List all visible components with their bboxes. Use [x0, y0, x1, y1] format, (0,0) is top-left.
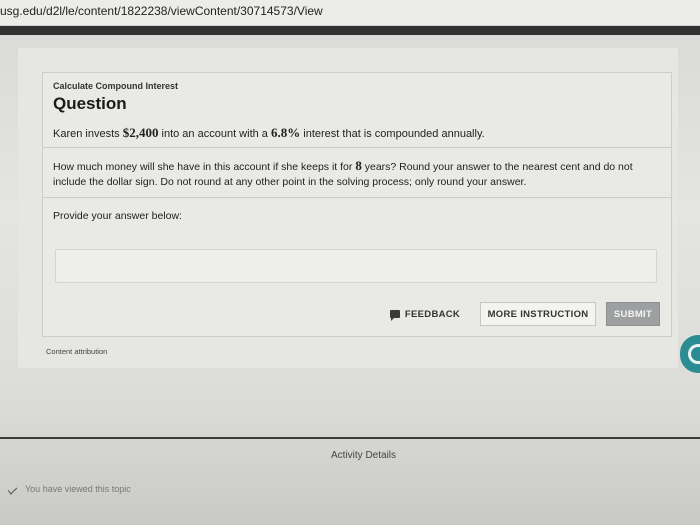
viewed-status: You have viewed this topic [7, 483, 131, 495]
answer-label: Provide your answer below: [53, 210, 182, 222]
prompt-pre: How much money will she have in this acc… [53, 161, 356, 173]
answer-input[interactable] [55, 249, 657, 283]
browser-url-bar[interactable]: usg.edu/d2l/le/content/1822238/viewConte… [0, 0, 700, 26]
statement-mid: into an account with a [158, 128, 271, 140]
question-prompt: How much money will she have in this acc… [53, 158, 653, 190]
statement-post: interest that is compounded annually. [300, 128, 485, 140]
feedback-button[interactable]: FEEDBACK [385, 302, 465, 326]
section-divider [0, 437, 700, 439]
submit-button[interactable]: SUBMIT [606, 302, 660, 326]
feedback-label: FEEDBACK [404, 308, 461, 320]
check-icon [7, 483, 18, 495]
question-title: Question [53, 94, 127, 113]
side-tab[interactable] [680, 335, 700, 373]
statement-pre: Karen invests [53, 128, 123, 140]
viewed-text: You have viewed this topic [25, 484, 131, 494]
arrow-circle-icon [688, 344, 700, 364]
url-text: usg.edu/d2l/le/content/1822238/viewConte… [0, 4, 323, 18]
speech-bubble-icon [389, 310, 400, 321]
activity-details-link[interactable]: Activity Details [331, 450, 396, 461]
question-kicker: Calculate Compound Interest [53, 81, 179, 91]
statement-rate: 6.8% [270, 125, 301, 140]
question-card: Calculate Compound Interest Question Kar… [42, 72, 672, 337]
more-instruction-button[interactable]: MORE INSTRUCTION [480, 302, 596, 326]
divider [43, 197, 671, 198]
top-nav-band [0, 26, 700, 35]
content-attribution-link[interactable]: Content attribution [46, 347, 107, 356]
statement-amount: $2,400 [122, 125, 159, 140]
question-statement: Karen invests $2,400 into an account wit… [53, 125, 485, 141]
divider [43, 147, 671, 148]
